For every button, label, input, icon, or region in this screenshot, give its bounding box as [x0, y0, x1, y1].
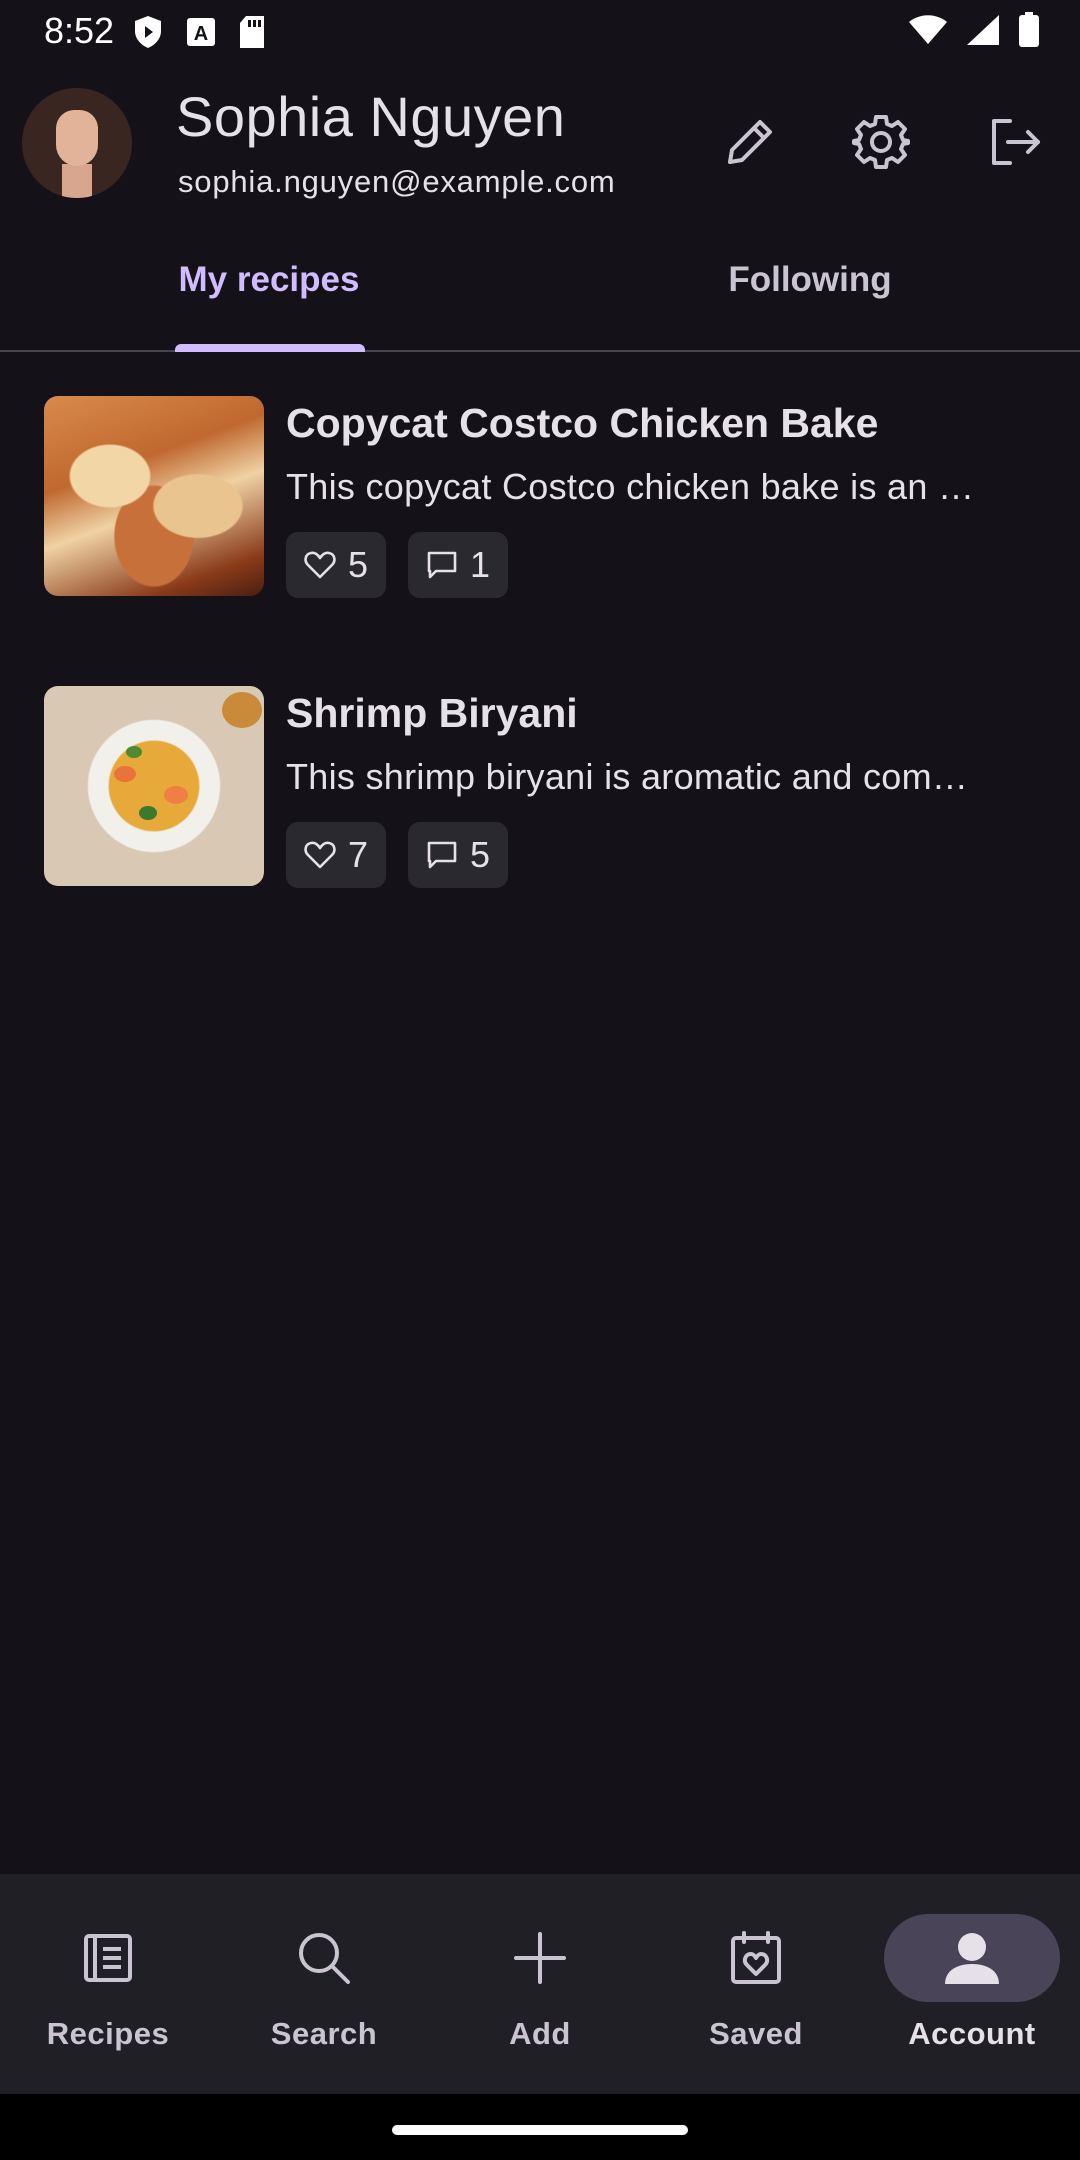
list-item[interactable]: Shrimp Biryani This shrimp biryani is ar…: [0, 686, 1080, 976]
status-bar: 8:52 A: [0, 0, 1080, 64]
nav-item-account[interactable]: Account: [864, 1874, 1080, 2094]
account-icon: [945, 1933, 999, 1984]
recipe-thumbnail: [44, 686, 264, 886]
thumb-detail: [139, 806, 157, 820]
thumb-detail: [126, 746, 142, 758]
recipe-description: This copycat Costco chicken bake is an …: [286, 466, 975, 507]
gesture-handle[interactable]: [392, 2125, 688, 2135]
heart-icon: [304, 841, 336, 869]
likes-count: 5: [348, 544, 369, 585]
thumb-detail: [164, 786, 188, 804]
heart-icon: [304, 551, 336, 579]
svg-text:A: A: [194, 23, 208, 45]
settings-button[interactable]: [841, 102, 921, 182]
nav-label: Add: [509, 2016, 571, 2051]
comments-chip[interactable]: 1: [408, 532, 509, 598]
tab-following-label: Following: [728, 260, 892, 299]
gesture-navigation-area: [0, 2094, 1080, 2160]
user-email: sophia.nguyen@example.com: [178, 164, 616, 199]
likes-chip[interactable]: 5: [286, 532, 387, 598]
recipe-stats: 5 1: [286, 532, 509, 598]
recipe-list: Copycat Costco Chicken Bake This copycat…: [0, 396, 1080, 976]
edit-profile-button[interactable]: [710, 102, 790, 182]
nav-label: Account: [908, 2016, 1036, 2051]
recipe-stats: 7 5: [286, 822, 509, 888]
nav-icon-container: [20, 1914, 196, 2002]
likes-count: 7: [348, 834, 369, 875]
nav-label: Saved: [709, 2016, 803, 2051]
wifi-icon: [909, 15, 947, 44]
nav-icon-container: [236, 1914, 412, 2002]
search-icon: [299, 1933, 350, 1984]
comments-count: 5: [470, 834, 491, 875]
shield-icon: [135, 16, 161, 48]
recipe-title: Shrimp Biryani: [286, 690, 578, 736]
nav-icon-container: [452, 1914, 628, 2002]
nav-item-saved[interactable]: Saved: [648, 1874, 864, 2094]
font-app-icon: A: [187, 18, 215, 46]
nav-item-recipes[interactable]: Recipes: [0, 1874, 216, 2094]
status-system-icons: [908, 12, 1040, 48]
thumb-detail: [222, 692, 262, 728]
pencil-icon: [728, 120, 772, 164]
avatar[interactable]: [22, 88, 132, 198]
comments-chip[interactable]: 5: [408, 822, 509, 888]
avatar-face: [56, 110, 98, 166]
cellular-signal-icon: [967, 15, 999, 45]
nav-item-search[interactable]: Search: [216, 1874, 432, 2094]
nav-item-add[interactable]: Add: [432, 1874, 648, 2094]
likes-chip[interactable]: 7: [286, 822, 387, 888]
logout-icon: [992, 119, 1040, 165]
thumb-detail: [114, 766, 136, 782]
battery-icon: [1019, 12, 1039, 47]
user-name: Sophia Nguyen: [176, 85, 566, 148]
bottom-navigation: Recipes Search Add Saved Account: [0, 1874, 1080, 2094]
app-screen: 8:52 A Sophia Nguyen sophia.nguyen@examp…: [0, 0, 1080, 2160]
status-notification-icons: A: [132, 14, 266, 50]
tab-my-recipes[interactable]: My recipes: [0, 232, 540, 350]
tab-following[interactable]: Following: [540, 232, 1080, 350]
profile-tabs: My recipes Following: [0, 232, 1080, 352]
comment-icon: [427, 841, 457, 869]
nav-icon-container: [668, 1914, 844, 2002]
avatar-neck: [62, 164, 92, 198]
status-time: 8:52: [44, 10, 115, 51]
gear-icon: [852, 115, 910, 169]
saved-icon: [731, 1931, 781, 1984]
nav-label: Search: [270, 2016, 378, 2051]
recipe-thumbnail: [44, 396, 264, 596]
logout-button[interactable]: [975, 102, 1055, 182]
tab-active-indicator: [175, 344, 365, 352]
list-item[interactable]: Copycat Costco Chicken Bake This copycat…: [0, 396, 1080, 686]
comment-icon: [427, 551, 457, 579]
nav-active-indicator: [884, 1914, 1060, 2002]
comments-count: 1: [470, 544, 491, 585]
add-icon: [514, 1932, 566, 1984]
profile-header: Sophia Nguyen sophia.nguyen@example.com: [0, 80, 1080, 210]
recipe-title: Copycat Costco Chicken Bake: [286, 400, 879, 446]
tab-my-recipes-label: My recipes: [178, 260, 360, 299]
recipe-description: This shrimp biryani is aromatic and com…: [286, 756, 969, 797]
sd-card-icon: [240, 16, 264, 48]
nav-label: Recipes: [46, 2016, 170, 2051]
recipes-icon: [84, 1934, 132, 1982]
